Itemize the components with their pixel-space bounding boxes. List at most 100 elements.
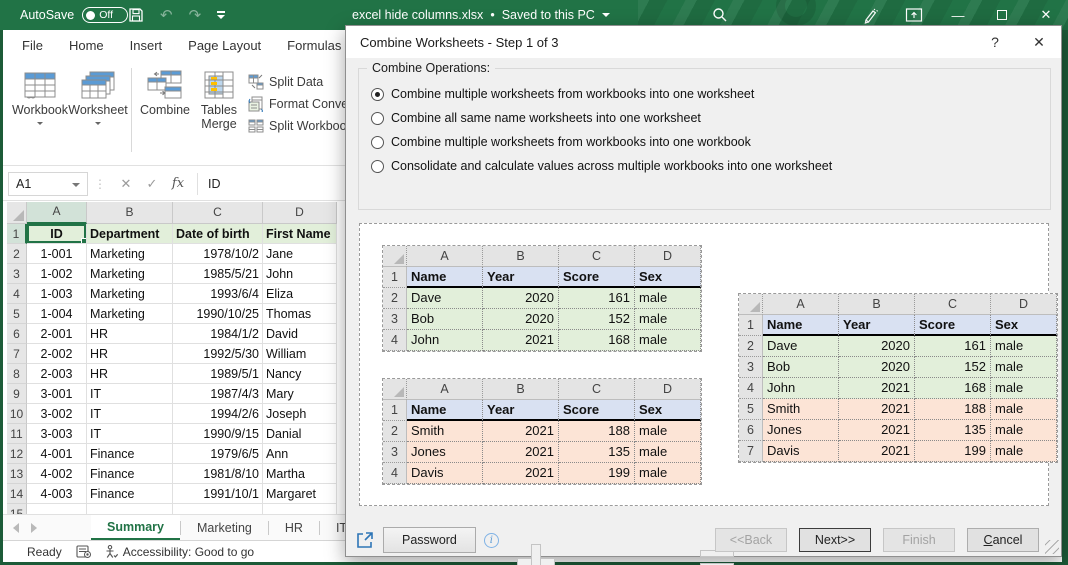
menu-tab-file[interactable]: File [9, 30, 56, 62]
cell-D14[interactable]: Margaret [263, 484, 337, 504]
cell-D15[interactable] [263, 504, 337, 514]
column-header-b[interactable]: B [87, 202, 173, 224]
cell-D9[interactable]: Mary [263, 384, 337, 404]
row-header-9[interactable]: 9 [7, 384, 27, 404]
cell-C6[interactable]: 1984/1/2 [173, 324, 263, 344]
cell-A4[interactable]: 1-003 [27, 284, 87, 304]
column-header-d[interactable]: D [263, 202, 337, 224]
row-header-7[interactable]: 7 [7, 344, 27, 364]
combine-option-2[interactable]: Combine all same name worksheets into on… [371, 111, 832, 125]
menu-tab-insert[interactable]: Insert [117, 30, 176, 62]
fx-icon[interactable]: fx [165, 176, 191, 191]
row-header-3[interactable]: 3 [7, 264, 27, 284]
saved-status-caret[interactable] [601, 13, 610, 17]
cell-B14[interactable]: Finance [87, 484, 173, 504]
dialog-close-icon[interactable]: ✕ [1017, 26, 1061, 58]
cell-D3[interactable]: John [263, 264, 337, 284]
cell-C4[interactable]: 1993/6/4 [173, 284, 263, 304]
cell-B7[interactable]: HR [87, 344, 173, 364]
cell-B2[interactable]: Marketing [87, 244, 173, 264]
combine-option-3[interactable]: Combine multiple worksheets from workboo… [371, 135, 832, 149]
radio-3[interactable] [371, 135, 384, 149]
workbook-button[interactable]: Workbook [11, 66, 69, 126]
accessibility-status[interactable]: Accessibility: Good to go [105, 544, 254, 559]
cell-D5[interactable]: Thomas [263, 304, 337, 324]
column-header-a[interactable]: A [27, 202, 87, 224]
cell-C1[interactable]: Date of birth [173, 224, 263, 244]
cell-C5[interactable]: 1990/10/25 [173, 304, 263, 324]
menu-tab-formulas[interactable]: Formulas [274, 30, 354, 62]
row-header-11[interactable]: 11 [7, 424, 27, 444]
cell-C3[interactable]: 1985/5/21 [173, 264, 263, 284]
cell-B12[interactable]: Finance [87, 444, 173, 464]
sheet-tab-hr[interactable]: HR [269, 515, 319, 540]
cell-C15[interactable] [173, 504, 263, 514]
cell-C11[interactable]: 1990/9/15 [173, 424, 263, 444]
cell-B8[interactable]: HR [87, 364, 173, 384]
row-header-10[interactable]: 10 [7, 404, 27, 424]
autosave-control[interactable]: AutoSave Off [20, 0, 129, 30]
cell-C7[interactable]: 1992/5/30 [173, 344, 263, 364]
check-icon[interactable]: ✓ [139, 176, 165, 192]
cell-A10[interactable]: 3-002 [27, 404, 87, 424]
row-header-4[interactable]: 4 [7, 284, 27, 304]
cancel-x-icon[interactable]: ✕ [113, 176, 139, 192]
sheet-next-icon[interactable] [31, 522, 37, 533]
cell-A13[interactable]: 4-002 [27, 464, 87, 484]
cell-C9[interactable]: 1987/4/3 [173, 384, 263, 404]
select-all-corner[interactable] [7, 202, 27, 224]
macro-record-icon[interactable] [76, 545, 91, 558]
next-button[interactable]: Next>> [799, 528, 871, 552]
fill-handle[interactable] [81, 238, 86, 243]
row-header-1[interactable]: 1 [7, 224, 27, 244]
autosave-toggle[interactable]: Off [82, 7, 129, 23]
menu-tab-home[interactable]: Home [56, 30, 117, 62]
cell-B10[interactable]: IT [87, 404, 173, 424]
sheet-tab-marketing[interactable]: Marketing [181, 515, 268, 540]
cell-D4[interactable]: Eliza [263, 284, 337, 304]
password-button[interactable]: Password [383, 527, 476, 553]
combine-option-4[interactable]: Consolidate and calculate values across … [371, 159, 832, 173]
row-header-5[interactable]: 5 [7, 304, 27, 324]
split-data-button[interactable]: Split Data [248, 74, 356, 90]
cell-D7[interactable]: William [263, 344, 337, 364]
tables-merge-button[interactable]: Tables Merge [194, 66, 244, 132]
row-header-6[interactable]: 6 [7, 324, 27, 344]
cell-B13[interactable]: Finance [87, 464, 173, 484]
cell-A14[interactable]: 4-003 [27, 484, 87, 504]
cell-D2[interactable]: Jane [263, 244, 337, 264]
cancel-button[interactable]: Cancel [967, 528, 1039, 552]
split-workbook-button[interactable]: Split Workbook [248, 118, 356, 134]
cell-B6[interactable]: HR [87, 324, 173, 344]
sheet-prev-icon[interactable] [13, 522, 19, 533]
cell-D13[interactable]: Martha [263, 464, 337, 484]
cell-D12[interactable]: Ann [263, 444, 337, 464]
external-window-icon[interactable] [355, 530, 375, 550]
cell-B11[interactable]: IT [87, 424, 173, 444]
cell-A7[interactable]: 2-002 [27, 344, 87, 364]
row-header-2[interactable]: 2 [7, 244, 27, 264]
saved-status[interactable]: Saved to this PC [502, 8, 595, 22]
cell-A3[interactable]: 1-002 [27, 264, 87, 284]
cell-B15[interactable] [87, 504, 173, 514]
combine-option-1[interactable]: Combine multiple worksheets from workboo… [371, 87, 832, 101]
combine-button[interactable]: Combine [136, 66, 194, 117]
row-header-14[interactable]: 14 [7, 484, 27, 504]
dialog-titlebar[interactable]: Combine Worksheets - Step 1 of 3 ? ✕ [346, 26, 1061, 58]
cell-D1[interactable]: First Name [263, 224, 337, 244]
info-icon[interactable]: i [483, 532, 499, 548]
cell-B9[interactable]: IT [87, 384, 173, 404]
sheet-tab-summary[interactable]: Summary [91, 515, 180, 540]
cell-C14[interactable]: 1991/10/1 [173, 484, 263, 504]
cell-B3[interactable]: Marketing [87, 264, 173, 284]
undo-icon[interactable]: ↶ [160, 6, 173, 24]
save-icon[interactable] [128, 7, 144, 23]
row-header-13[interactable]: 13 [7, 464, 27, 484]
cell-D10[interactable]: Joseph [263, 404, 337, 424]
row-header-12[interactable]: 12 [7, 444, 27, 464]
cell-C12[interactable]: 1979/6/5 [173, 444, 263, 464]
cell-C2[interactable]: 1978/10/2 [173, 244, 263, 264]
cell-B1[interactable]: Department [87, 224, 173, 244]
radio-2[interactable] [371, 111, 384, 125]
menu-tab-page-layout[interactable]: Page Layout [175, 30, 274, 62]
